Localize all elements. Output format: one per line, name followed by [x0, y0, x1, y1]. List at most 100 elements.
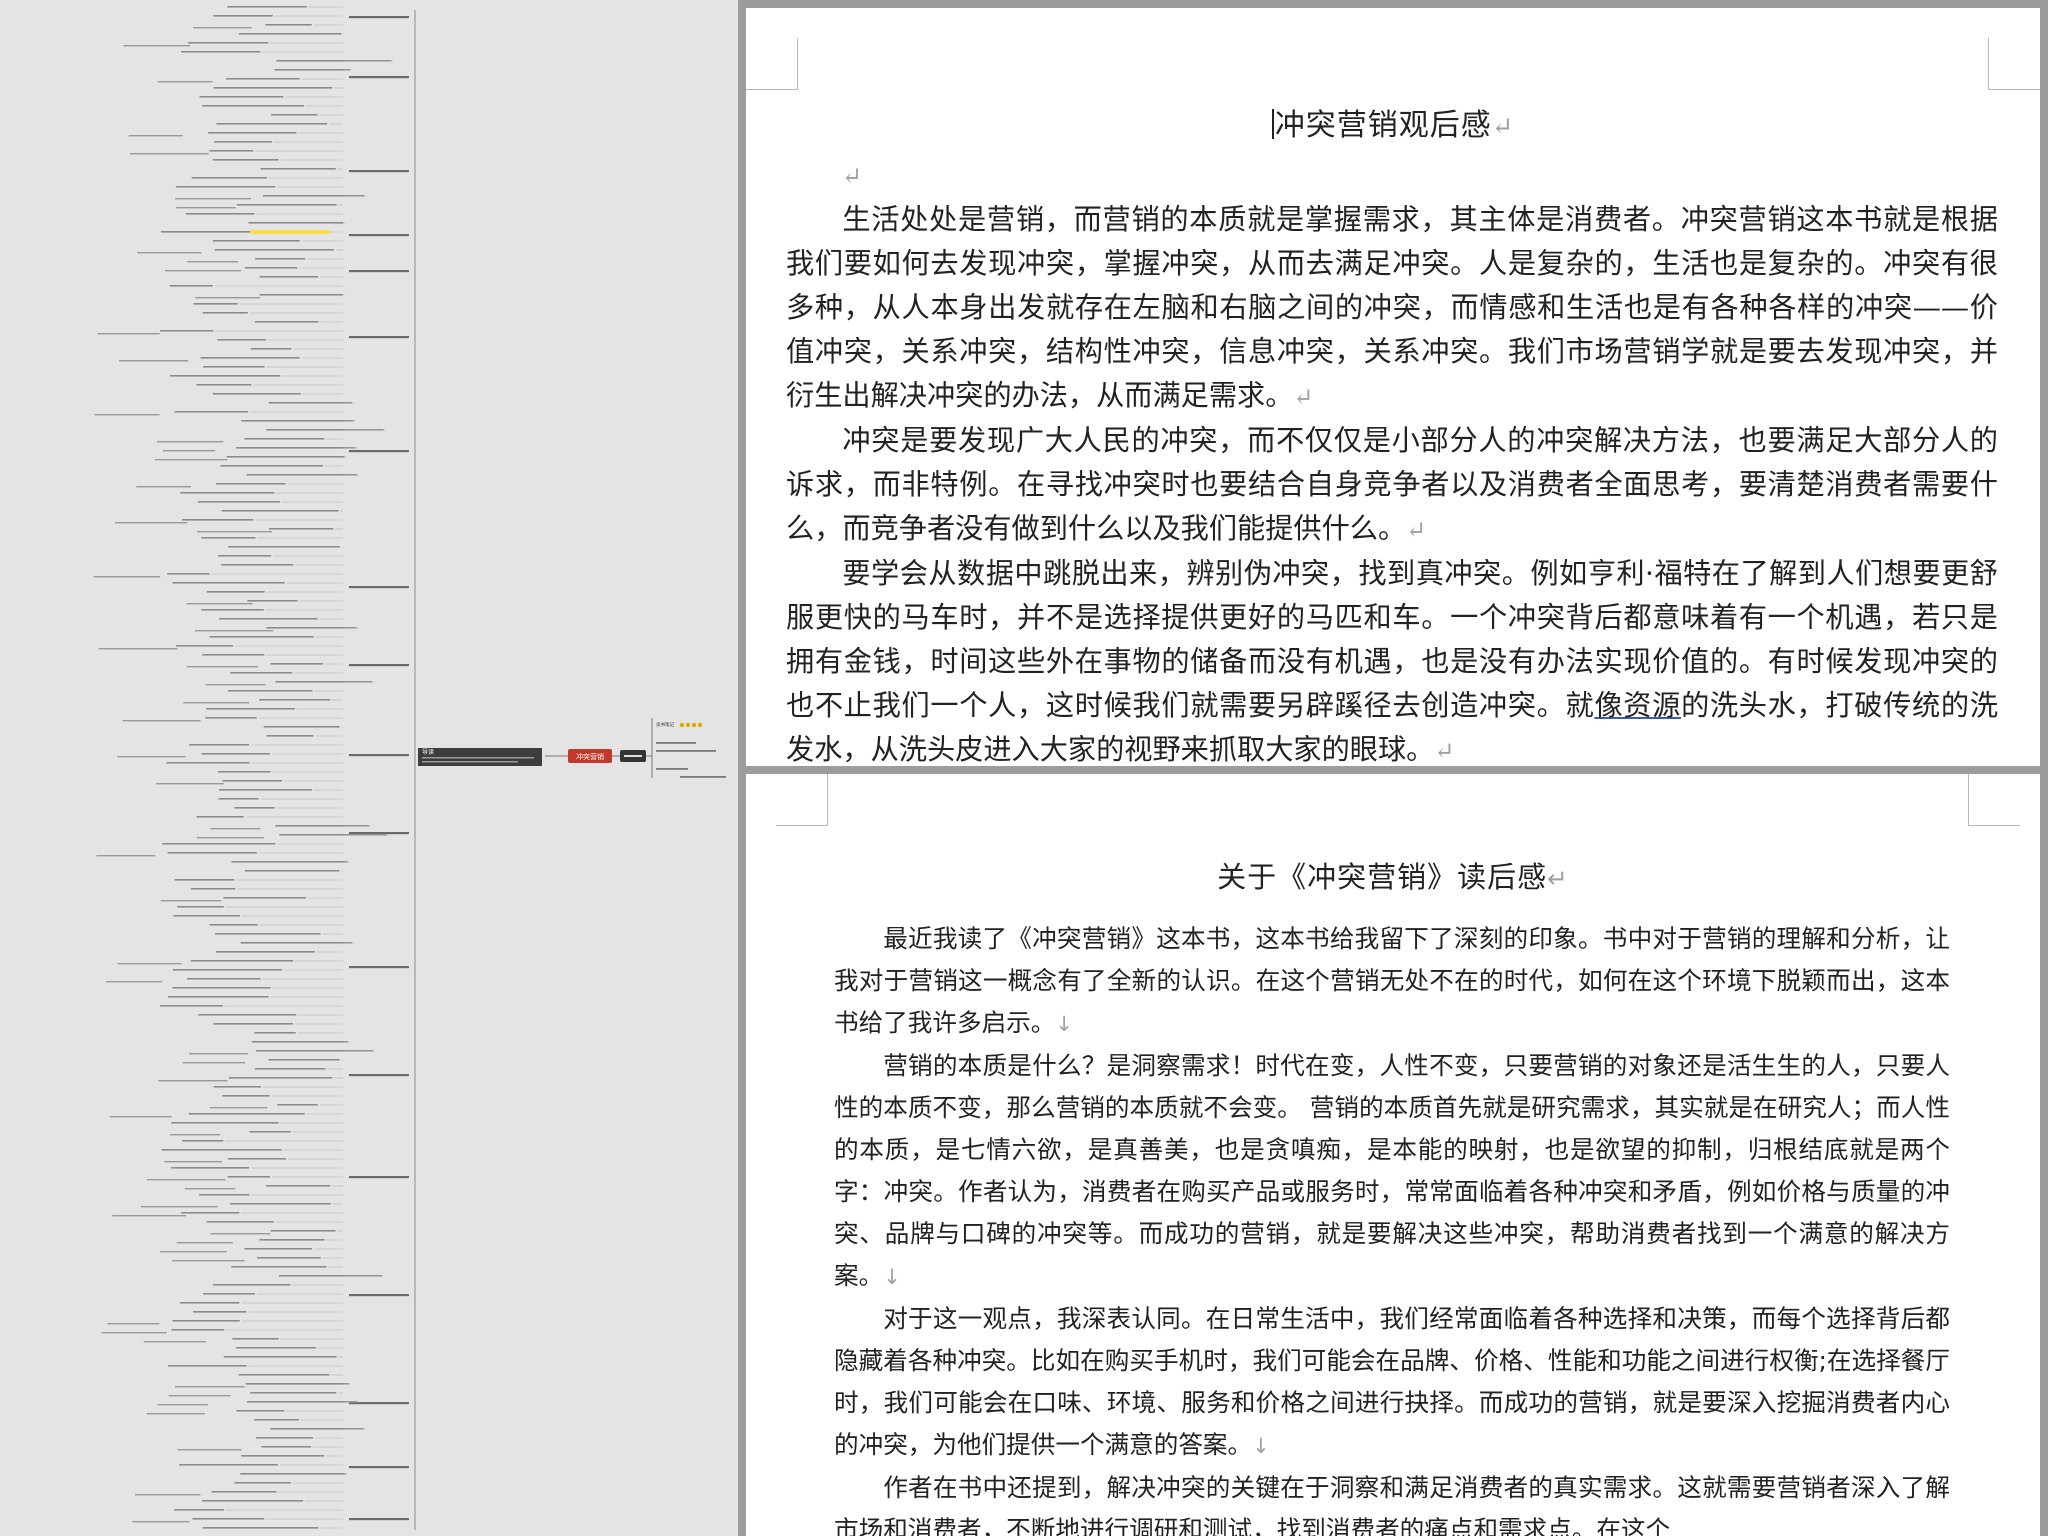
page-title-text: 关于《冲突营销》读后感	[1217, 860, 1548, 894]
mindmap-panel[interactable]: 导读 冲突营销 读书笔记	[0, 0, 738, 1536]
mindmap-leaf-text	[167, 1365, 247, 1367]
mindmap-leaf-text	[209, 1107, 268, 1109]
mindmap-leaf-text	[200, 357, 300, 359]
mindmap-leaf-text	[260, 168, 336, 170]
line-break-icon: ↓	[1055, 1012, 1073, 1036]
mindmap-leaf-text	[191, 177, 267, 179]
mindmap-leaf-text	[213, 1086, 262, 1088]
mindmap-leaf-text	[169, 285, 213, 287]
underlined-text[interactable]: 像资源	[1594, 689, 1681, 722]
mindmap-leaf-text	[250, 348, 292, 350]
document-page-1[interactable]: 冲突营销观后感 ↵ ↵ 生活处处是营销，而营销的本质就是掌握需求，其主体是消费者。…	[746, 8, 2040, 766]
page-title: 关于《冲突营销》读后感↵	[746, 854, 2040, 896]
mindmap-leaf-text	[245, 1383, 349, 1385]
mindmap-leaf-text	[270, 663, 324, 665]
mindmap-leaf-text	[130, 153, 209, 155]
mindmap-leaf-text	[241, 1455, 325, 1457]
mindmap-side-node-text	[624, 755, 642, 757]
mindmap-leaf-text	[173, 915, 240, 917]
mindmap-leaf-text	[212, 393, 301, 395]
mindmap-leaf-text	[226, 456, 345, 458]
mindmap-leaf-text	[171, 1122, 279, 1124]
mindmap-leaf-text	[193, 1311, 247, 1313]
mindmap-leaf-text	[229, 1203, 331, 1205]
mindmap-leaf-text	[231, 861, 348, 863]
mindmap-leaf-text	[107, 1323, 160, 1325]
mindmap-leaf-text	[277, 1104, 318, 1106]
mindmap-leaf-text	[227, 1176, 271, 1178]
mindmap-leaf-text	[174, 411, 249, 413]
mindmap-leaf-text	[96, 855, 156, 857]
mindmap-leaf-text	[209, 636, 314, 638]
mindmap-note-line	[422, 757, 534, 759]
page-title-text: 冲突营销观后感	[1274, 108, 1492, 143]
paragraph: 生活处处是营销，而营销的本质就是掌握需求，其主体是消费者。冲突营销这本书就是根据…	[786, 198, 1998, 419]
page-corner-mark	[1988, 38, 2040, 90]
mindmap-leaf-text	[186, 978, 261, 980]
mindmap-leaf-text	[201, 537, 256, 539]
mindmap-leaf-text	[168, 996, 269, 998]
mindmap-leaf-text	[206, 1221, 274, 1223]
mindmap-leaf-text	[222, 780, 283, 782]
mindmap-leaf-text	[244, 438, 325, 440]
mindmap-leaf-text	[656, 750, 716, 752]
mindmap-leaf-text	[182, 519, 254, 521]
mindmap-leaf-text	[179, 1464, 278, 1466]
paragraph-mark-icon: ↵	[1547, 864, 1569, 893]
paragraph-mark-icon: ↵	[1293, 383, 1314, 411]
mindmap-leaf-text	[221, 564, 294, 566]
mindmap-leaf-text	[223, 897, 306, 899]
mindmap-leaf-text	[199, 96, 284, 98]
mindmap-leaf-text	[167, 573, 210, 575]
mindmap-leaf-text	[218, 798, 259, 800]
mindmap-leaf-text	[172, 969, 283, 971]
document-page-2[interactable]: 关于《冲突营销》读后感↵ 最近我读了《冲突营销》这本书，这本书给我留下了深刻的印…	[746, 774, 2040, 1536]
star-icon	[691, 722, 697, 728]
mindmap-leaf-text	[160, 1251, 227, 1253]
mindmap-leaf-text	[215, 951, 315, 953]
mindmap-leaf-text	[172, 987, 271, 989]
mindmap-leaf-text	[196, 384, 252, 386]
mindmap-leaf-text	[236, 1410, 285, 1412]
mindmap-leaf-text	[137, 252, 202, 254]
mindmap-leaf-text	[254, 321, 319, 323]
mindmap-canvas[interactable]: 导读 冲突营销 读书笔记	[0, 0, 738, 1536]
mindmap-leaf-text	[220, 465, 323, 467]
mindmap-leaf-text	[165, 270, 242, 272]
mindmap-leaf-text	[183, 702, 250, 704]
mindmap-leaf-text	[261, 1446, 311, 1448]
mindmap-leaf-text	[255, 258, 306, 260]
mindmap-leaf-text	[190, 960, 294, 962]
mindmap-leaf-text	[209, 924, 258, 926]
mindmap-leaf-text	[215, 933, 321, 935]
mindmap-leaf-text	[212, 1284, 291, 1286]
mindmap-right-cluster: 读书笔记	[651, 718, 726, 778]
mindmap-leaf-text	[181, 51, 261, 53]
mindmap-branch-label	[349, 336, 409, 339]
mindmap-leaf-text	[250, 1392, 337, 1394]
mindmap-leaf-text	[254, 1068, 326, 1070]
paragraph: 要学会从数据中跳脱出来，辨别伪冲突，找到真冲突。例如亨利·福特在了解到人们想要更…	[786, 552, 1998, 766]
mindmap-leaf-text	[268, 528, 334, 530]
mindmap-leaf-text	[247, 1401, 357, 1403]
mindmap-leaf-text	[185, 213, 255, 215]
mindmap-leaf-text	[169, 375, 281, 377]
mindmap-leaf-text	[213, 87, 333, 89]
mindmap-leaf-text	[181, 1140, 224, 1142]
mindmap-leaf-text	[231, 1266, 327, 1268]
mindmap-leaf-text	[156, 441, 224, 443]
mindmap-leaf-text	[244, 870, 340, 872]
mindmap-leaf-text	[162, 843, 276, 845]
mindmap-leaf-text	[160, 330, 214, 332]
document-body[interactable]: ↵ 生活处处是营销，而营销的本质就是掌握需求，其主体是消费者。冲突营销这本书就是…	[786, 162, 1998, 766]
mindmap-highlight	[250, 230, 330, 234]
mindmap-right-head: 读书笔记	[656, 721, 674, 728]
mindmap-branch-label	[349, 1518, 409, 1521]
mindmap-leaf-text	[201, 753, 270, 755]
mindmap-leaf-text	[188, 42, 269, 44]
mindmap-branch-label	[349, 1402, 409, 1405]
document-body[interactable]: 最近我读了《冲突营销》这本书，这本书给我留下了深刻的印象。书中对于营销的理解和分…	[834, 918, 1950, 1536]
mindmap-leaf-text	[157, 1404, 208, 1406]
mindmap-leaf-text	[174, 1386, 245, 1388]
mindmap-leaf-text	[240, 942, 352, 944]
